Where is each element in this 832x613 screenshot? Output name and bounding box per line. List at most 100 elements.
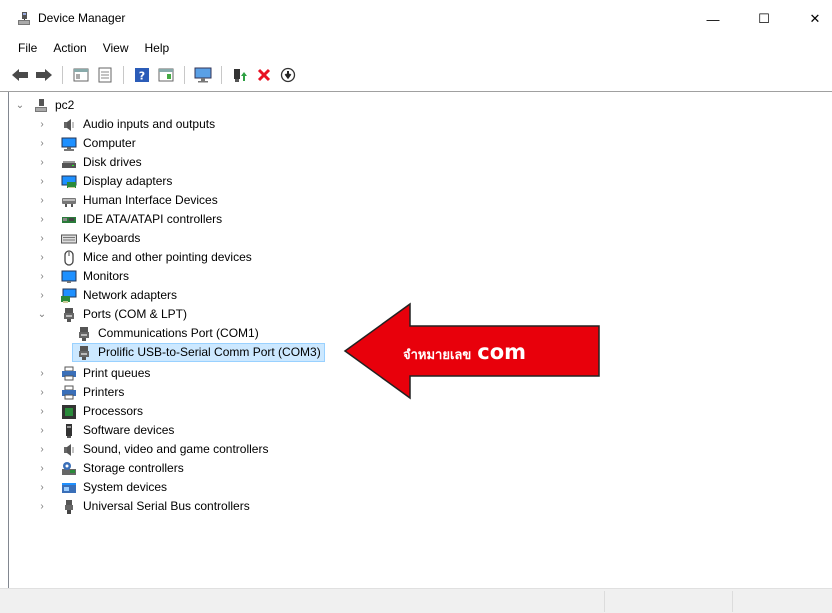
tree-item-label: Computer	[83, 136, 136, 150]
tree-item-label: Monitors	[83, 269, 130, 283]
expand-chevron-icon[interactable]: ›	[37, 153, 47, 172]
expand-chevron-icon[interactable]: ›	[37, 440, 47, 459]
tree-item-label: Storage controllers	[83, 461, 184, 475]
expand-chevron-icon[interactable]: ›	[37, 478, 47, 497]
ide-controller-icon	[62, 216, 76, 223]
status-bar	[0, 588, 832, 613]
menu-view[interactable]: View	[95, 38, 137, 60]
help-button[interactable]: ?	[132, 65, 152, 85]
update-driver-button[interactable]	[230, 65, 250, 85]
expand-chevron-icon[interactable]: ›	[37, 421, 47, 440]
properties-icon	[98, 67, 112, 83]
tree-item-sound[interactable]: › Sound, video and game controllers	[37, 440, 268, 459]
menu-action[interactable]: Action	[45, 38, 94, 60]
keyboard-icon	[61, 234, 77, 243]
action-pane-button[interactable]	[156, 65, 176, 85]
expand-chevron-icon[interactable]: ›	[37, 134, 47, 153]
tree-item-label: Keyboards	[83, 231, 141, 245]
tree-item-label: Print queues	[83, 366, 151, 380]
uninstall-device-icon	[257, 68, 271, 82]
annotation-emphasis: com	[477, 340, 527, 364]
tree-root[interactable]: ⌄ pc2	[15, 96, 75, 115]
expand-chevron-icon[interactable]: ›	[37, 286, 47, 305]
tree-item-label: Human Interface Devices	[83, 193, 218, 207]
menu-file[interactable]: File	[10, 38, 45, 60]
network-adapter-icon	[61, 288, 77, 303]
monitor-icon	[194, 67, 212, 83]
tree-item-audio[interactable]: › Audio inputs and outputs	[37, 115, 215, 134]
tree-item-label: Universal Serial Bus controllers	[83, 499, 250, 513]
tree-item-computer[interactable]: › Computer	[37, 134, 136, 153]
tree-item-keyboards[interactable]: › Keyboards	[37, 229, 140, 248]
tree-item-print-queues[interactable]: › Print queues	[37, 364, 150, 383]
tree-item-label: Mice and other pointing devices	[83, 250, 252, 264]
expand-chevron-icon[interactable]: ›	[37, 383, 47, 402]
back-button[interactable]	[10, 65, 30, 85]
help-icon: ?	[135, 68, 149, 83]
window-title: Device Manager	[38, 11, 126, 25]
tree-item-mice[interactable]: › Mice and other pointing devices	[37, 248, 252, 267]
expand-chevron-icon[interactable]: ›	[37, 459, 47, 478]
tree-item-ide-controllers[interactable]: › IDE ATA/ATAPI controllers	[37, 210, 222, 229]
tree-item-disk-drives[interactable]: › Disk drives	[37, 153, 142, 172]
expand-chevron-icon[interactable]: ›	[37, 267, 47, 286]
tree-item-label: Software devices	[83, 423, 175, 437]
sound-icon	[64, 443, 74, 456]
expand-chevron-icon[interactable]: ›	[37, 248, 47, 267]
enable-device-button[interactable]	[278, 65, 298, 85]
forward-arrow-icon	[36, 69, 52, 81]
tree-item-software-devices[interactable]: › Software devices	[37, 421, 174, 440]
software-device-icon	[66, 423, 72, 438]
tree-item-usb-controllers[interactable]: › Universal Serial Bus controllers	[37, 497, 250, 516]
tree-item-storage-controllers[interactable]: › Storage controllers	[37, 459, 184, 478]
close-icon: ✕	[809, 11, 821, 26]
tree-item-printers[interactable]: › Printers	[37, 383, 124, 402]
tree-item-monitors[interactable]: › Monitors	[37, 267, 129, 286]
expand-chevron-icon[interactable]: ›	[37, 172, 47, 191]
tree-item-ports[interactable]: ⌄ Ports (COM & LPT)	[37, 305, 187, 324]
hid-icon	[62, 197, 76, 207]
expand-chevron-icon[interactable]: ›	[37, 210, 47, 229]
usb-icon	[65, 499, 73, 514]
forward-button[interactable]	[34, 65, 54, 85]
show-hide-console-tree-button[interactable]	[71, 65, 91, 85]
printer-icon	[62, 366, 76, 380]
maximize-button[interactable]: ☐	[741, 0, 787, 38]
download-icon	[280, 67, 296, 83]
toolbar-separator	[123, 66, 124, 84]
expand-chevron-icon[interactable]: ›	[37, 191, 47, 210]
status-bar-segment	[732, 591, 733, 612]
expand-chevron-icon[interactable]: ›	[37, 229, 47, 248]
expand-chevron-icon[interactable]: ›	[37, 402, 47, 421]
uninstall-device-button[interactable]	[254, 65, 274, 85]
expand-chevron-icon[interactable]: ›	[37, 364, 47, 383]
properties-button[interactable]	[95, 65, 115, 85]
tree-item-label: Audio inputs and outputs	[83, 117, 216, 131]
expand-chevron-icon[interactable]: ›	[37, 497, 47, 516]
tree-item-label: Display adapters	[83, 174, 173, 188]
collapse-chevron-icon[interactable]: ⌄	[37, 305, 47, 324]
tree-item-com3[interactable]: Prolific USB-to-Serial Comm Port (COM3)	[72, 343, 325, 362]
scan-hardware-button[interactable]	[193, 65, 213, 85]
tree-item-label: Communications Port (COM1)	[98, 326, 259, 340]
tree-item-processors[interactable]: › Processors	[37, 402, 143, 421]
tree-item-label: Printers	[83, 385, 125, 399]
processor-icon	[62, 404, 76, 419]
minimize-button[interactable]: —	[690, 0, 736, 38]
tree-item-hid[interactable]: › Human Interface Devices	[37, 191, 218, 210]
collapse-chevron-icon[interactable]: ⌄	[15, 96, 25, 115]
menu-help[interactable]: Help	[137, 38, 178, 60]
tree-root-label: pc2	[55, 98, 75, 112]
tree-item-label: Disk drives	[83, 155, 142, 169]
tree-item-label: Prolific USB-to-Serial Comm Port (COM3)	[98, 345, 321, 359]
expand-chevron-icon[interactable]: ›	[37, 115, 47, 134]
back-arrow-icon	[12, 69, 28, 81]
tree-item-com1[interactable]: Communications Port (COM1)	[76, 324, 259, 343]
tree-item-network-adapters[interactable]: › Network adapters	[37, 286, 177, 305]
menu-bar: File Action View Help	[0, 38, 832, 60]
printer-icon	[62, 385, 76, 399]
tree-item-display-adapters[interactable]: › Display adapters	[37, 172, 172, 191]
tree-item-system-devices[interactable]: › System devices	[37, 478, 167, 497]
close-button[interactable]: ✕	[792, 0, 832, 38]
device-manager-icon	[18, 12, 30, 25]
